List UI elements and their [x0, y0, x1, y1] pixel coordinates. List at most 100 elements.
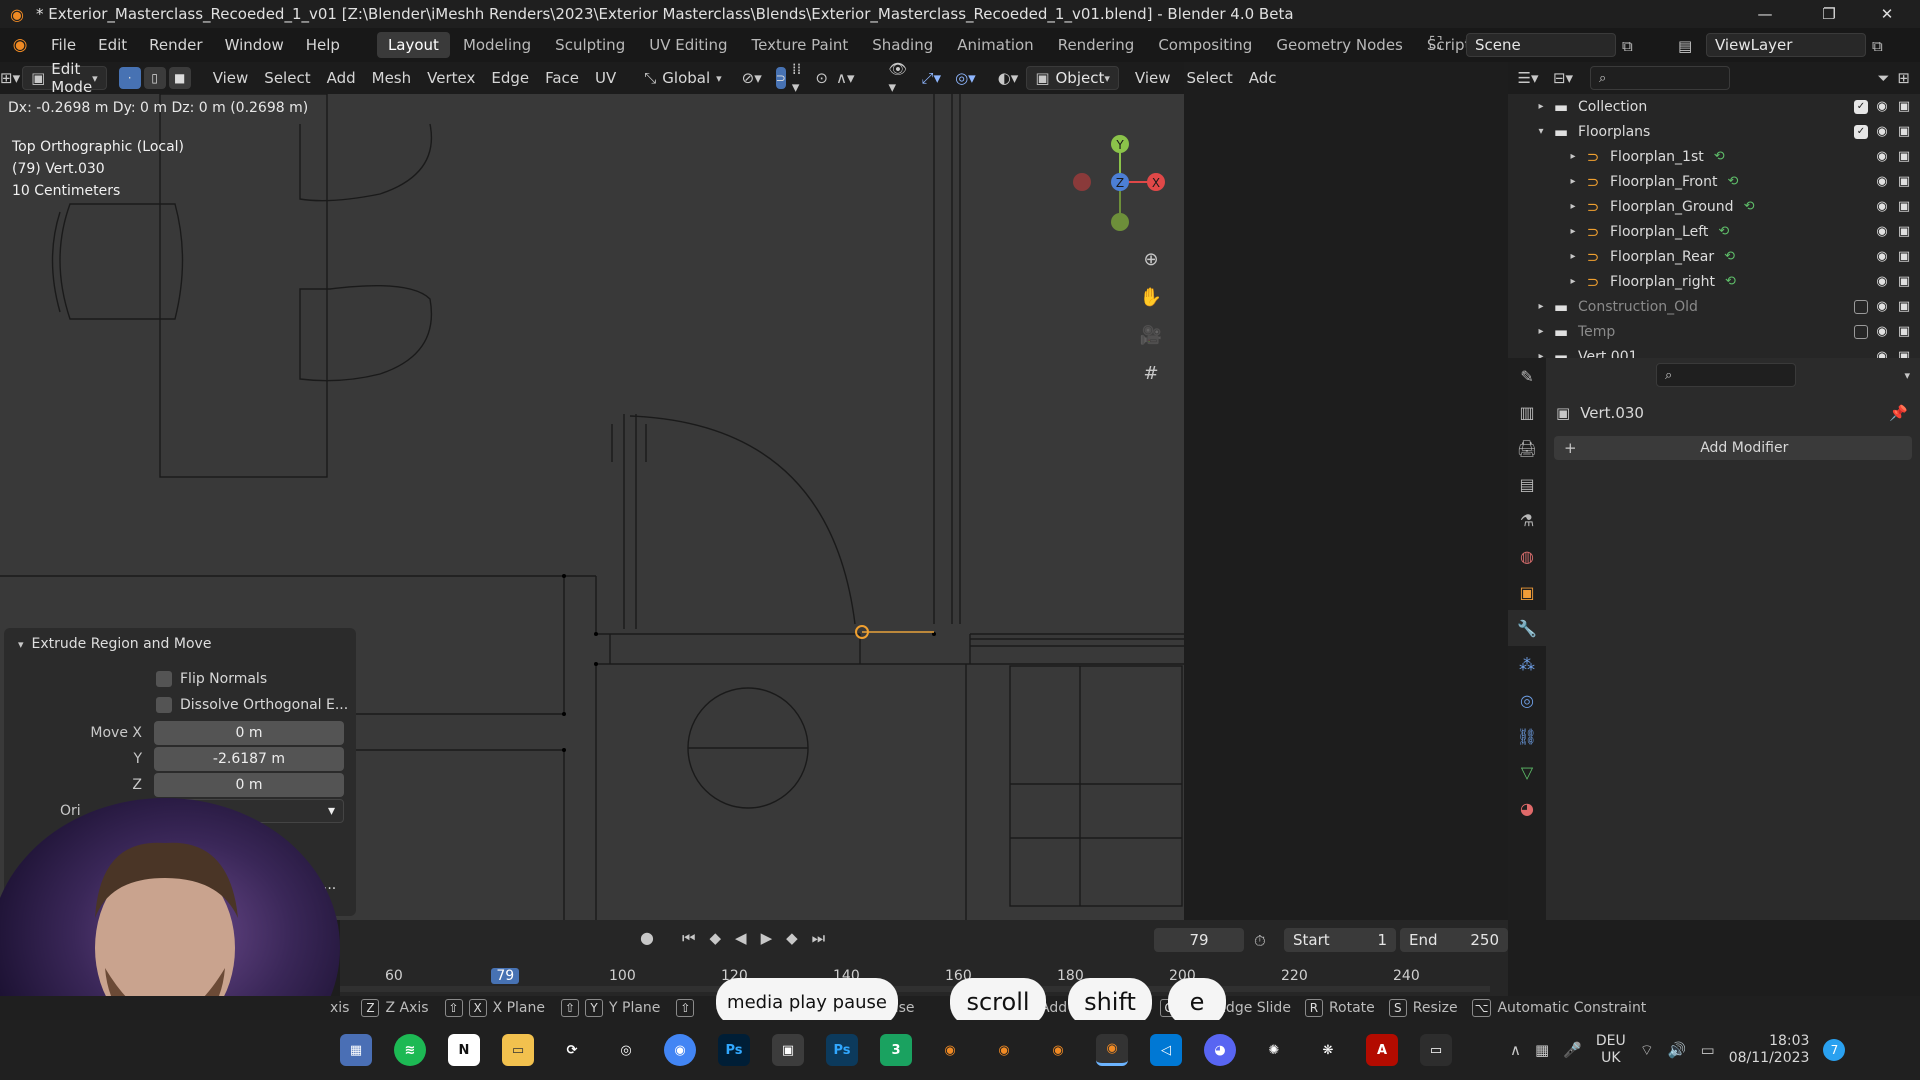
display-mode-icon[interactable]: ⊟▾ [1548, 69, 1578, 87]
menu-view-2[interactable]: View [1127, 62, 1179, 94]
shading-icon[interactable]: ◐▾ [998, 69, 1019, 87]
render-camera-icon[interactable]: ▣ [1896, 249, 1912, 264]
collapse-arrow-icon[interactable]: ▸ [1532, 351, 1550, 358]
collapse-arrow-icon[interactable]: ▸ [1532, 326, 1550, 337]
pivot-icon[interactable]: ⊘▾ [742, 69, 762, 87]
tab-rendering[interactable]: Rendering [1047, 32, 1146, 58]
menu-edge[interactable]: Edge [483, 62, 537, 94]
eye-icon[interactable]: ◉ [1874, 299, 1890, 314]
view-layer-tab-icon[interactable]: ▤ [1508, 466, 1546, 502]
outliner-row[interactable]: ▸ ▬ Collection ✓ ◉ ▣ [1508, 94, 1920, 119]
app-icon[interactable]: 3 [880, 1034, 912, 1066]
discord-icon[interactable]: ◕ [1204, 1034, 1236, 1066]
object-mode-selector[interactable]: ▣ Object ▾ [1026, 66, 1119, 90]
tool-tab-icon[interactable]: ✎ [1508, 358, 1546, 394]
eye-icon[interactable]: ◉ [1874, 224, 1890, 239]
menu-face[interactable]: Face [537, 62, 587, 94]
pan-hand-icon[interactable]: ✋ [1136, 282, 1166, 312]
flip-normals-checkbox[interactable] [156, 671, 172, 687]
tab-compositing[interactable]: Compositing [1147, 32, 1263, 58]
expand-arrow-icon[interactable]: ▸ [1564, 276, 1582, 287]
blender-icon[interactable]: ◉ [988, 1034, 1020, 1066]
collapse-arrow-icon[interactable]: ▸ [1532, 301, 1550, 312]
exclude-checkbox[interactable] [1854, 324, 1868, 339]
zoom-icon[interactable]: ⊕ [1136, 244, 1166, 274]
render-camera-icon[interactable]: ▣ [1896, 149, 1912, 164]
tab-modeling[interactable]: Modeling [452, 32, 542, 58]
gizmo-toggle-icon[interactable]: ⤢▾ [922, 69, 942, 87]
chevron-down-icon[interactable]: ▾ [1904, 369, 1910, 382]
outliner-search-input[interactable]: ⌕ [1590, 66, 1730, 90]
eye-icon[interactable]: ◉ [1874, 99, 1890, 114]
menu-edit[interactable]: Edit [87, 28, 138, 62]
scene-selector[interactable]: Scene [1466, 33, 1616, 57]
outliner-row[interactable]: ▸ ▬ Vert.001 ◉ ▣ [1508, 344, 1920, 359]
pin-icon[interactable]: 📌 [1889, 404, 1908, 422]
browser-icon[interactable]: ◎ [610, 1034, 642, 1066]
tab-shading[interactable]: Shading [861, 32, 944, 58]
new-view-layer-icon[interactable]: ⧉ [1872, 37, 1883, 55]
photoshop-icon[interactable]: Ps [718, 1034, 750, 1066]
flip-normals-row[interactable]: Flip Normals [4, 666, 356, 692]
menu-render[interactable]: Render [138, 28, 213, 62]
file-explorer-icon[interactable]: ▭ [502, 1034, 534, 1066]
render-camera-icon[interactable]: ▣ [1896, 124, 1912, 139]
tray-app-icon[interactable]: ▦ [1535, 1041, 1549, 1059]
menu-help[interactable]: Help [295, 28, 351, 62]
chrome-icon[interactable]: ◉ [664, 1034, 696, 1066]
modifier-tab-icon[interactable]: 🔧 [1508, 610, 1546, 646]
mode-selector[interactable]: ▣ Edit Mode ▾ [22, 60, 107, 96]
outliner-row[interactable]: ▾ ▬ Floorplans ✓ ◉ ▣ [1508, 119, 1920, 144]
app-icon[interactable]: ▣ [772, 1034, 804, 1066]
outliner-row[interactable]: ▸ ⊃ Floorplan_right ⟲ ◉ ▣ [1508, 269, 1920, 294]
proportional-edit-icon[interactable]: ⊙ [815, 69, 828, 87]
navigation-gizmo[interactable]: Y X Z [1060, 134, 1180, 254]
spotify-icon[interactable]: ≋ [394, 1034, 426, 1066]
outliner-row[interactable]: ▸ ▬ Construction_Old ◉ ▣ [1508, 294, 1920, 319]
physics-tab-icon[interactable]: ◎ [1508, 682, 1546, 718]
chatgpt-icon[interactable]: ✺ [1258, 1034, 1290, 1066]
battery-icon[interactable]: ▭ [1701, 1041, 1715, 1059]
render-camera-icon[interactable]: ▣ [1896, 99, 1912, 114]
exclude-checkbox[interactable]: ✓ [1854, 99, 1868, 114]
world-tab-icon[interactable]: ◍ [1508, 538, 1546, 574]
edge-select-icon[interactable]: ▯ [143, 67, 166, 89]
acrobat-icon[interactable]: A [1366, 1034, 1398, 1066]
outliner-editor-type-icon[interactable]: ☰▾ [1508, 69, 1548, 87]
dissolve-checkbox[interactable] [156, 697, 172, 713]
clock[interactable]: 18:03 08/11/2023 [1729, 1033, 1810, 1067]
menu-mesh[interactable]: Mesh [364, 62, 420, 94]
scene-tab-icon[interactable]: ⚗ [1508, 502, 1546, 538]
eye-icon[interactable]: ◉ [1874, 324, 1890, 339]
object-tab-icon[interactable]: ▣ [1508, 574, 1546, 610]
properties-search-input[interactable]: ⌕ [1656, 363, 1796, 387]
menu-select-2[interactable]: Select [1179, 62, 1241, 94]
expand-arrow-icon[interactable]: ▸ [1564, 151, 1582, 162]
expand-arrow-icon[interactable]: ▸ [1564, 251, 1582, 262]
render-camera-icon[interactable]: ▣ [1896, 324, 1912, 339]
collapse-arrow-icon[interactable]: ▸ [1532, 101, 1550, 112]
outliner-row[interactable]: ▸ ⊃ Floorplan_Ground ⟲ ◉ ▣ [1508, 194, 1920, 219]
timeline-scrollbar[interactable] [340, 986, 1490, 992]
menu-file[interactable]: File [40, 28, 87, 62]
photoshop-icon-2[interactable]: Ps [826, 1034, 858, 1066]
language-indicator[interactable]: DEU UK [1596, 1033, 1626, 1067]
expand-arrow-icon[interactable]: ▸ [1564, 176, 1582, 187]
exclude-checkbox[interactable]: ✓ [1854, 124, 1868, 139]
eye-icon[interactable]: ◉ [1874, 249, 1890, 264]
render-tab-icon[interactable]: ▥ [1508, 394, 1546, 430]
maximize-button[interactable]: ❐ [1804, 0, 1854, 28]
new-collection-icon[interactable]: ⊞ [1897, 69, 1910, 87]
eye-icon[interactable]: ◉ [1874, 174, 1890, 189]
snap-toggle-icon[interactable]: ⊃ [775, 67, 786, 89]
sync-icon[interactable]: ⟳ [556, 1034, 588, 1066]
vscode-icon[interactable]: ◁ [1150, 1034, 1182, 1066]
close-button[interactable]: ✕ [1862, 0, 1912, 28]
render-camera-icon[interactable]: ▣ [1896, 349, 1912, 358]
menu-vertex[interactable]: Vertex [419, 62, 483, 94]
menu-select[interactable]: Select [256, 62, 318, 94]
minimize-button[interactable]: — [1740, 0, 1790, 28]
tab-uv-editing[interactable]: UV Editing [638, 32, 738, 58]
exclude-checkbox[interactable] [1854, 299, 1868, 314]
wifi-icon[interactable]: ⌔ [1640, 1041, 1654, 1060]
